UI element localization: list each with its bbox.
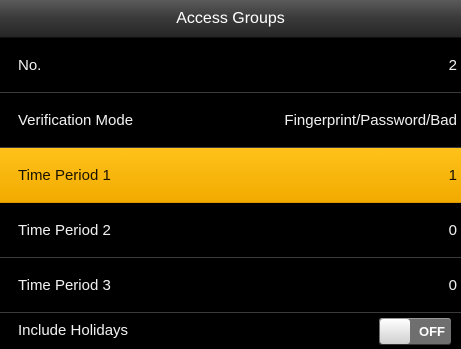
toggle-state-label: OFF bbox=[419, 324, 445, 339]
row-value: 1 bbox=[448, 167, 457, 184]
row-value: 0 bbox=[448, 222, 457, 239]
page-title: Access Groups bbox=[0, 0, 461, 38]
row-label: Include Holidays bbox=[18, 322, 129, 339]
row-label: Verification Mode bbox=[18, 112, 134, 129]
row-value: 2 bbox=[448, 57, 457, 74]
row-verification-mode[interactable]: Verification Mode Fingerprint/Password/B… bbox=[0, 93, 461, 148]
row-time-period-1[interactable]: Time Period 1 1 bbox=[0, 148, 461, 203]
row-label: No. bbox=[18, 57, 42, 74]
toggle-knob bbox=[380, 319, 410, 344]
row-label: Time Period 3 bbox=[18, 277, 111, 294]
row-label: Time Period 1 bbox=[18, 167, 111, 184]
row-value: 0 bbox=[448, 277, 457, 294]
row-include-holidays[interactable]: Include Holidays OFF bbox=[0, 313, 461, 349]
include-holidays-toggle[interactable]: OFF bbox=[379, 318, 451, 345]
row-no[interactable]: No. 2 bbox=[0, 38, 461, 93]
row-time-period-3[interactable]: Time Period 3 0 bbox=[0, 258, 461, 313]
access-groups-screen: Access Groups No. 2 Verification Mode Fi… bbox=[0, 0, 461, 349]
row-time-period-2[interactable]: Time Period 2 0 bbox=[0, 203, 461, 258]
row-label: Time Period 2 bbox=[18, 222, 111, 239]
row-value: Fingerprint/Password/Bad bbox=[284, 112, 457, 129]
